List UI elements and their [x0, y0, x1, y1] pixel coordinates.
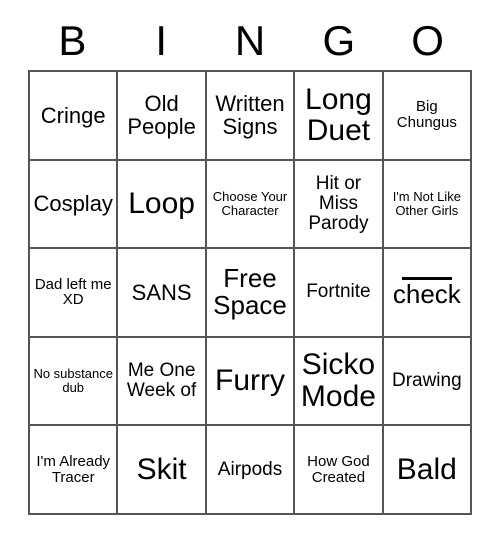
bingo-cell-label: Written Signs: [215, 90, 285, 140]
bingo-cell-label: Fortnite: [306, 281, 371, 303]
bingo-cell-content: How God Created: [298, 452, 378, 486]
bingo-cell[interactable]: Sicko Mode: [295, 337, 384, 427]
bingo-cell[interactable]: Choose Your Character: [206, 160, 296, 250]
bingo-cell-content: Free Space: [210, 262, 290, 321]
bingo-cell-content: No substance dub: [33, 367, 113, 395]
bingo-cell[interactable]: check: [383, 249, 473, 338]
bingo-cell-content: Furry: [210, 365, 290, 397]
bingo-cell-content: Cosplay: [33, 191, 113, 217]
bingo-cell-content: Dad left me XD: [33, 275, 113, 309]
bingo-header-row: B I N G O: [28, 12, 472, 70]
bingo-cell[interactable]: Loop: [118, 160, 207, 250]
bingo-cell[interactable]: Old People: [118, 72, 207, 161]
bingo-row: Dad left me XD SANS Free Space Fortnite chec…: [30, 249, 473, 338]
bingo-row: Cringe Old People Written Signs Long Duet Bi…: [30, 72, 473, 161]
bingo-cell[interactable]: Cosplay: [30, 160, 119, 250]
bingo-cell-content: Me One Week of: [121, 359, 201, 402]
bingo-row: No substance dub Me One Week of Furry Sicko…: [30, 337, 473, 427]
bingo-cell-label: Me One Week of: [126, 359, 197, 402]
bingo-row: I'm Already Tracer Skit Airpods How God Cre…: [30, 426, 473, 515]
bingo-cell-label: Loop: [128, 186, 195, 220]
bingo-cell-label: SANS: [131, 279, 192, 305]
header-letter-i: I: [155, 17, 168, 64]
bingo-cell-label: Drawing: [391, 370, 462, 392]
bingo-cell[interactable]: I'm Not Like Other Girls: [383, 160, 473, 250]
bingo-cell-content: Cringe: [33, 102, 113, 128]
header-letter-g: G: [322, 17, 356, 64]
bingo-cell-label: Old People: [127, 90, 196, 140]
bingo-cell-label: Big Chungus: [396, 98, 457, 132]
bingo-cell-content: check: [387, 276, 467, 309]
bingo-cell-content: Old People: [121, 92, 201, 139]
bingo-cell-content: Skit: [121, 452, 201, 486]
bingo-cell[interactable]: Dad left me XD: [30, 249, 119, 338]
bingo-cell-content: Bald: [387, 452, 467, 486]
bingo-grid: Cringe Old People Written Signs Long Duet Bi…: [28, 70, 473, 515]
bingo-cell-content: SANS: [121, 279, 201, 305]
bingo-cell-content: I'm Not Like Other Girls: [387, 190, 467, 218]
bingo-cell-label: Cringe: [40, 102, 106, 128]
bingo-cell-label: Sicko Mode: [300, 348, 376, 414]
bingo-cell[interactable]: No substance dub: [30, 337, 119, 427]
bingo-cell-label: Furry: [215, 364, 286, 398]
bingo-cell-content: Airpods: [210, 458, 290, 480]
bingo-card: B I N G O Cringe Old People Written Signs L…: [28, 12, 473, 515]
bingo-cell-label: Long Duet: [305, 82, 372, 148]
bingo-cell-content: Long Duet: [298, 82, 378, 148]
bingo-cell[interactable]: Furry: [206, 337, 296, 427]
bingo-cell-label: Bald: [396, 452, 457, 486]
bingo-cell[interactable]: Airpods: [206, 426, 296, 515]
bingo-cell-content: Choose Your Character: [210, 190, 290, 218]
header-letter-b: B: [58, 17, 87, 64]
header-letter-n: N: [234, 17, 266, 64]
bingo-cell-label: check: [392, 278, 461, 309]
bingo-cell-label: No substance dub: [33, 366, 113, 396]
bingo-cell[interactable]: Fortnite: [295, 249, 384, 338]
bingo-cell[interactable]: Skit: [118, 426, 207, 515]
bingo-cell[interactable]: How God Created: [295, 426, 384, 515]
bingo-cell-content: Fortnite: [298, 282, 378, 302]
bingo-cell-label: I'm Not Like Other Girls: [392, 189, 461, 218]
bingo-cell[interactable]: Free Space: [206, 249, 296, 338]
bingo-cell-content: I'm Already Tracer: [33, 452, 113, 486]
bingo-row: Cosplay Loop Choose Your Character Hit or M…: [30, 160, 473, 250]
bingo-cell[interactable]: Big Chungus: [383, 72, 473, 161]
bingo-cell-label: Free Space: [213, 262, 287, 321]
bingo-cell-content: Sicko Mode: [298, 349, 378, 413]
bingo-cell-label: Airpods: [217, 458, 283, 480]
bingo-cell[interactable]: I'm Already Tracer: [30, 426, 119, 515]
bingo-cell-content: Big Chungus: [387, 99, 467, 131]
bingo-cell-label: Choose Your Character: [212, 189, 288, 218]
bingo-cell-label: Cosplay: [33, 191, 113, 217]
bingo-cell[interactable]: SANS: [118, 249, 207, 338]
bingo-cell-label: Hit or Miss Parody: [308, 172, 369, 234]
bingo-cell-label: Skit: [136, 452, 187, 486]
bingo-cell[interactable]: Drawing: [383, 337, 473, 427]
bingo-cell-content: Hit or Miss Parody: [298, 172, 378, 234]
bingo-cell[interactable]: Bald: [383, 426, 473, 515]
bingo-cell[interactable]: Cringe: [30, 72, 119, 161]
bingo-cell[interactable]: Written Signs: [206, 72, 296, 161]
bingo-cell-label: I'm Already Tracer: [36, 452, 111, 486]
bingo-cell-label: Dad left me XD: [34, 275, 112, 309]
bingo-cell-content: Loop: [121, 188, 201, 220]
bingo-cell[interactable]: Long Duet: [295, 72, 384, 161]
bingo-cell[interactable]: Hit or Miss Parody: [295, 160, 384, 250]
bingo-cell-label: How God Created: [307, 452, 370, 486]
bingo-cell[interactable]: Me One Week of: [118, 337, 207, 427]
bingo-cell-content: Drawing: [387, 370, 467, 392]
header-letter-o: O: [411, 17, 444, 64]
bingo-cell-content: Written Signs: [210, 92, 290, 139]
